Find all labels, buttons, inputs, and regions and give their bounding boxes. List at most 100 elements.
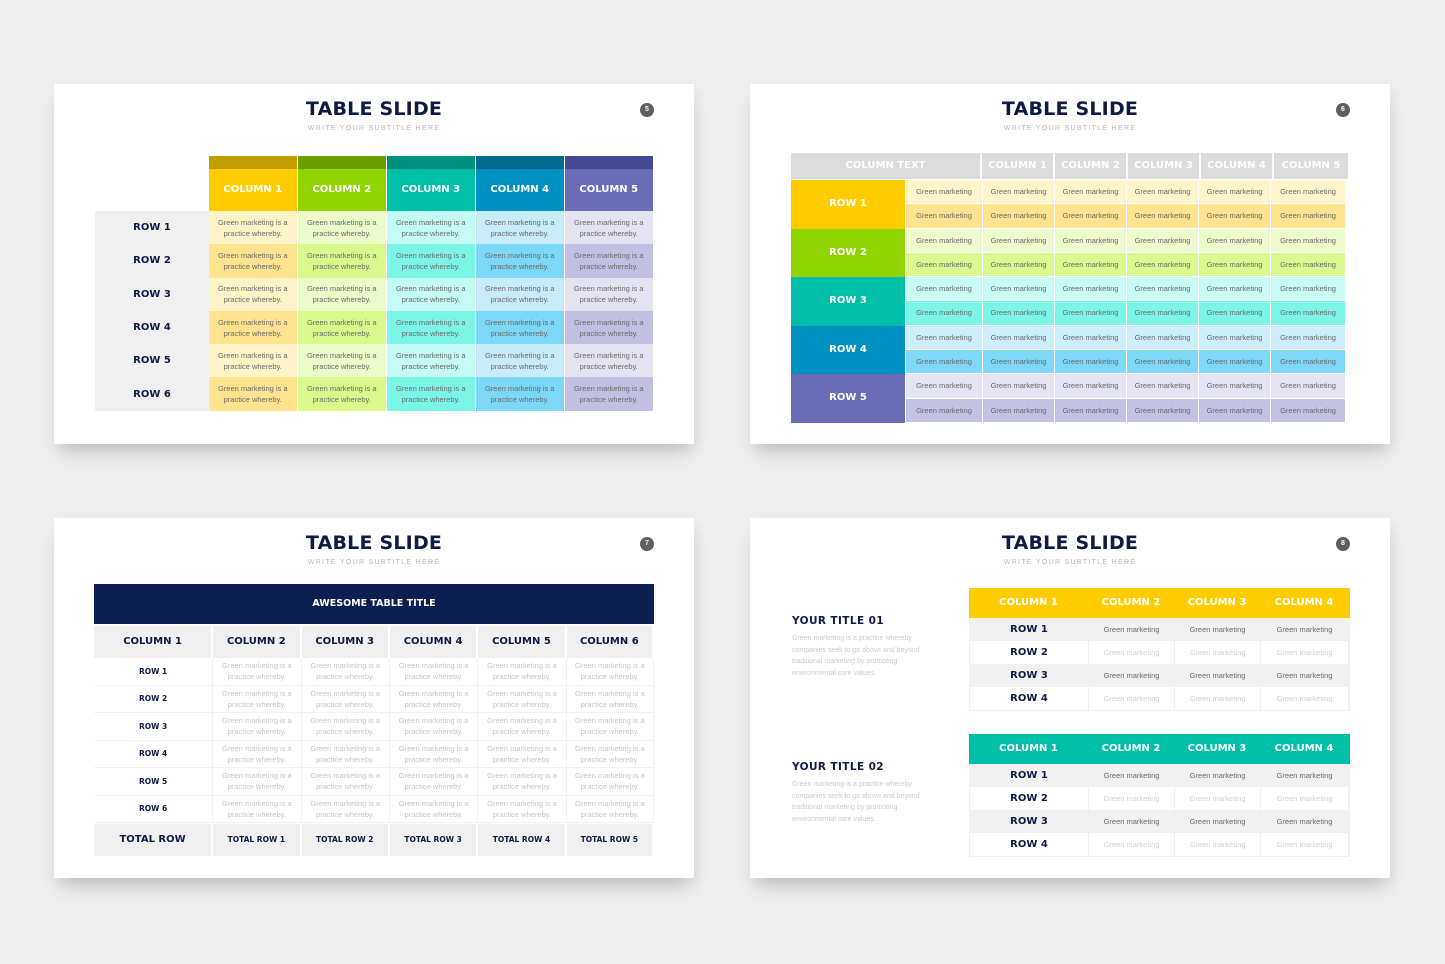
table-cell[interactable]: Green marketing — [1055, 180, 1126, 204]
table-cell[interactable]: Green marketing — [1175, 764, 1261, 787]
table-cell[interactable]: Green marketing — [1175, 810, 1261, 833]
table-cell[interactable]: Green marketing — [1199, 398, 1270, 422]
table-cell[interactable]: Green marketing — [1271, 180, 1345, 204]
table-cell[interactable]: Green marketing is a practice whereby. — [566, 795, 655, 823]
table-cell[interactable]: Green marketing is a practice whereby. — [566, 740, 655, 768]
table-cell[interactable]: Green marketing is a practice whereby. — [213, 713, 302, 741]
table-cell[interactable]: Green marketing — [906, 301, 982, 325]
table-cell[interactable]: Green marketing — [906, 374, 982, 398]
table-cell[interactable]: Green marketing — [906, 350, 982, 374]
table-cell[interactable]: Green marketing — [1127, 180, 1198, 204]
table-cell[interactable]: Green marketing is a practice whereby. — [476, 211, 564, 245]
table-cell[interactable]: Green marketing — [1271, 301, 1345, 325]
table-cell[interactable]: Green marketing — [1199, 325, 1270, 350]
table-cell[interactable]: Green marketing is a practice whereby. — [213, 685, 302, 713]
table-cell[interactable]: Green marketing is a practice whereby. — [565, 277, 653, 311]
table-cell[interactable]: Green marketing is a practice whereby. — [209, 377, 297, 411]
table-cell[interactable]: Green marketing — [983, 398, 1054, 422]
table-cell[interactable]: Green marketing is a practice whereby. — [298, 211, 386, 245]
table-cell[interactable]: Green marketing is a practice whereby. — [387, 344, 475, 378]
table-cell[interactable]: Green marketing is a practice whereby. — [301, 685, 390, 713]
table-cell[interactable]: Green marketing is a practice whereby. — [478, 713, 567, 741]
table-cell[interactable]: Green marketing — [1127, 277, 1198, 301]
table-cell[interactable]: Green marketing — [1271, 277, 1345, 301]
table-cell[interactable]: Green marketing — [906, 252, 982, 277]
table-cell[interactable]: Green marketing — [983, 277, 1054, 301]
table-cell[interactable]: Green marketing — [1055, 204, 1126, 228]
table-cell[interactable]: Green marketing — [1055, 350, 1126, 374]
table-cell[interactable]: Green marketing — [983, 374, 1054, 398]
table-cell[interactable]: Green marketing — [1127, 228, 1198, 252]
table-cell[interactable]: Green marketing — [1127, 350, 1198, 374]
table-cell[interactable]: Green marketing is a practice whereby. — [301, 658, 390, 686]
table-cell[interactable]: Green marketing — [906, 228, 982, 252]
table-cell[interactable]: Green marketing is a practice whereby. — [301, 713, 390, 741]
table-cell[interactable]: Green marketing — [1089, 687, 1175, 710]
table-cell[interactable]: Green marketing — [1199, 350, 1270, 374]
table-cell[interactable]: Green marketing — [1055, 325, 1126, 350]
table-cell[interactable]: Green marketing — [1271, 228, 1345, 252]
table-cell[interactable]: Green marketing is a practice whereby. — [298, 244, 386, 278]
table-cell[interactable]: Green marketing is a practice whereby. — [565, 211, 653, 245]
table-cell[interactable]: Green marketing is a practice whereby. — [476, 310, 564, 345]
table-cell[interactable]: Green marketing — [983, 204, 1054, 228]
table-cell[interactable]: Green marketing — [1089, 641, 1175, 664]
table-cell[interactable]: Green marketing — [1271, 325, 1345, 350]
table-cell[interactable]: Green marketing — [1271, 398, 1345, 422]
table-cell[interactable]: Green marketing is a practice whereby. — [209, 344, 297, 378]
table-cell[interactable]: Green marketing is a practice whereby. — [209, 244, 297, 278]
table-cell[interactable]: Green marketing is a practice whereby. — [213, 795, 302, 823]
table-cell[interactable]: Green marketing — [983, 350, 1054, 374]
table-cell[interactable]: Green marketing — [1199, 277, 1270, 301]
table-cell[interactable]: Green marketing — [1175, 618, 1261, 641]
table-cell[interactable]: Green marketing is a practice whereby. — [298, 277, 386, 311]
table-cell[interactable]: Green marketing — [1199, 374, 1270, 398]
table-cell[interactable]: Green marketing — [1261, 764, 1349, 787]
table-cell[interactable]: Green marketing is a practice whereby. — [213, 740, 302, 768]
table-cell[interactable]: Green marketing is a practice whereby. — [387, 310, 475, 345]
row-label-cell[interactable]: ROW 3 — [94, 713, 214, 741]
table-cell[interactable]: Green marketing — [1127, 374, 1198, 398]
table-cell[interactable]: Green marketing is a practice whereby. — [389, 713, 479, 741]
table-cell[interactable]: Green marketing — [983, 325, 1054, 350]
table-cell[interactable]: Green marketing is a practice whereby. — [478, 768, 567, 796]
table-cell[interactable]: Green marketing — [983, 301, 1054, 325]
table-cell[interactable]: Green marketing is a practice whereby. — [389, 740, 479, 768]
table-cell[interactable]: Green marketing is a practice whereby. — [476, 377, 564, 411]
table-cell[interactable]: Green marketing — [1127, 204, 1198, 228]
table-cell[interactable]: Green marketing is a practice whereby. — [298, 377, 386, 411]
table-cell[interactable]: Green marketing — [1199, 301, 1270, 325]
table-cell[interactable]: Green marketing — [1175, 687, 1261, 710]
table-cell[interactable]: Green marketing is a practice whereby. — [389, 658, 479, 686]
row-label-cell[interactable]: ROW 1 — [94, 658, 214, 686]
table-cell[interactable]: Green marketing is a practice whereby. — [476, 277, 564, 311]
slide-6[interactable]: TABLE SLIDE WRITE YOUR SUBTITLE HERE 6 C… — [750, 84, 1390, 444]
table-cell[interactable]: Green marketing — [1175, 833, 1261, 856]
table-cell[interactable]: Green marketing — [1271, 350, 1345, 374]
table-cell[interactable]: Green marketing — [1199, 228, 1270, 252]
table-cell[interactable]: Green marketing is a practice whereby. — [565, 377, 653, 411]
table-cell[interactable]: Green marketing is a practice whereby. — [387, 377, 475, 411]
table-cell[interactable]: Green marketing — [983, 252, 1054, 277]
table-cell[interactable]: Green marketing — [906, 325, 982, 350]
row-label-cell[interactable]: ROW 4 — [94, 740, 214, 768]
table-cell[interactable]: Green marketing — [1055, 228, 1126, 252]
table-cell[interactable]: Green marketing — [1089, 810, 1175, 833]
row-label-cell[interactable]: ROW 6 — [94, 795, 214, 823]
table-cell[interactable]: Green marketing is a practice whereby. — [387, 277, 475, 311]
table-cell[interactable]: Green marketing — [983, 228, 1054, 252]
table-cell[interactable]: Green marketing is a practice whereby. — [476, 244, 564, 278]
table-cell[interactable]: Green marketing is a practice whereby. — [478, 795, 567, 823]
table-cell[interactable]: Green marketing is a practice whereby. — [301, 768, 390, 796]
table-cell[interactable]: Green marketing — [1175, 641, 1261, 664]
table-cell[interactable]: Green marketing — [1089, 764, 1175, 787]
table-cell[interactable]: Green marketing — [1271, 204, 1345, 228]
table-cell[interactable]: Green marketing — [1261, 618, 1349, 641]
table-cell[interactable]: Green marketing — [906, 204, 982, 228]
table-cell[interactable]: Green marketing — [1261, 833, 1349, 856]
table-cell[interactable]: Green marketing is a practice whereby. — [565, 244, 653, 278]
slide-5[interactable]: TABLE SLIDE WRITE YOUR SUBTITLE HERE 5 R… — [54, 84, 694, 444]
row-label-cell[interactable]: ROW 5 — [94, 768, 214, 796]
table-cell[interactable]: Green marketing — [1199, 252, 1270, 277]
table-cell[interactable]: Green marketing is a practice whereby. — [213, 768, 302, 796]
